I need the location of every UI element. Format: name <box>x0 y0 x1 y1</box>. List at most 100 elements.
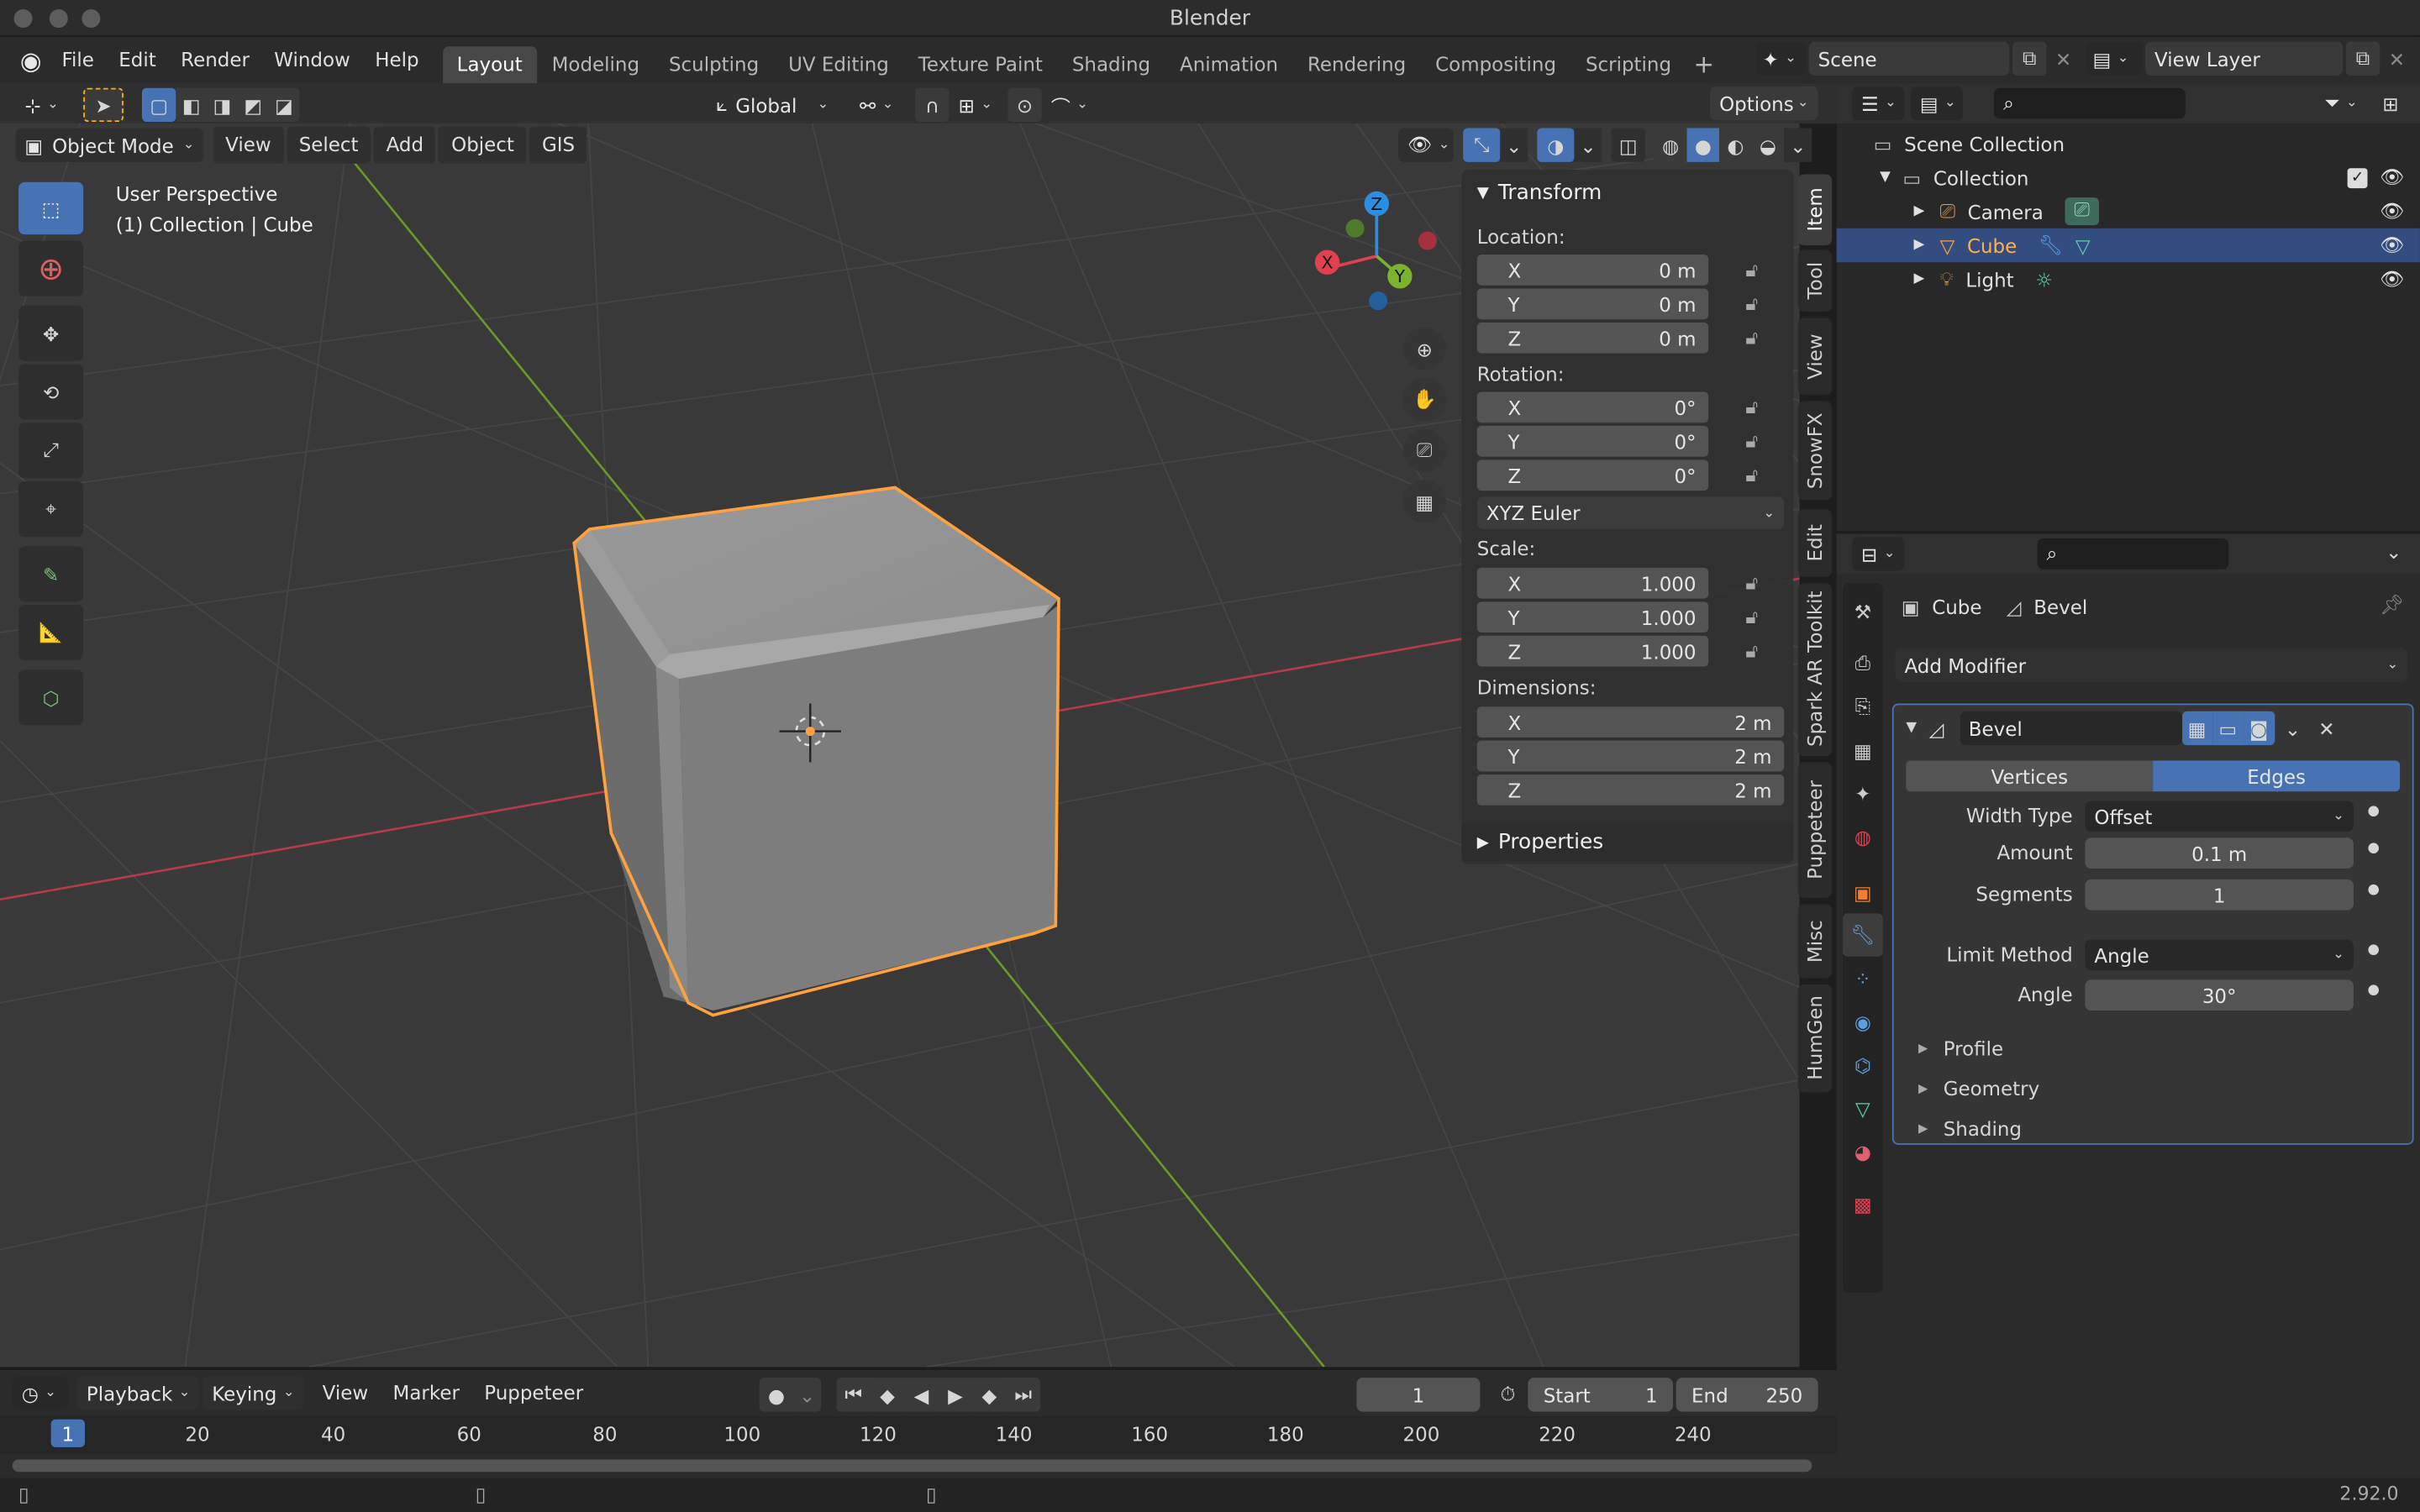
menu-render[interactable]: Render <box>168 40 261 81</box>
tab-compositing[interactable]: Compositing <box>1421 46 1570 84</box>
material-tab-icon[interactable]: ◕ <box>1843 1129 1883 1172</box>
expand-triangle-icon[interactable]: ▶ <box>1914 238 1925 253</box>
lock-icon[interactable]: 🔓︎ <box>1745 258 1758 282</box>
annotate-tool-icon[interactable]: ✎ <box>18 546 84 602</box>
expand-triangle-icon[interactable]: ▶ <box>1914 203 1925 218</box>
chevron-down-icon[interactable]: ⌄ <box>2277 711 2308 745</box>
location-x-field[interactable]: X0 m <box>1476 255 1709 286</box>
jump-start-icon[interactable]: ⏮ <box>836 1378 871 1412</box>
scene-name-field[interactable]: Scene <box>1808 41 2010 76</box>
outliner-row-cube[interactable]: ▶ ▽ Cube 🔧︎ ▽ 👁︎ <box>1836 228 2420 263</box>
sidebar-tab-puppeteer[interactable]: Puppeteer <box>1797 762 1833 898</box>
outliner-row-light[interactable]: ▶ 💡︎ Light ☼ 👁︎ <box>1837 262 2420 296</box>
scale-y-field[interactable]: Y 1.000 <box>1476 601 1709 633</box>
outliner-search-input[interactable]: ⌕ <box>1994 87 2186 119</box>
viewport-menu-view[interactable]: View <box>213 126 284 164</box>
width-type-dropdown[interactable]: Offset ⌄ <box>2085 801 2354 832</box>
keyframe-dot-icon[interactable]: ● <box>2367 841 2379 856</box>
output-tab-icon[interactable]: ⎘ <box>1843 685 1883 727</box>
subpanel-geometry[interactable]: ▶ Geometry <box>1918 1073 2039 1104</box>
transform-panel-title[interactable]: Transform <box>1498 181 1602 205</box>
solid-shading-icon[interactable]: ● <box>1686 128 1720 162</box>
chevron-down-icon[interactable]: ⌄ <box>1574 128 1602 162</box>
keyframe-dot-icon[interactable]: ● <box>2367 883 2379 898</box>
rotation-x-field[interactable]: X 0° <box>1476 391 1709 423</box>
eye-icon[interactable]: 👁︎ <box>2380 199 2404 223</box>
subpanel-shading[interactable]: ▶ Shading <box>1918 1112 2022 1143</box>
tab-layout[interactable]: Layout <box>443 46 537 84</box>
affect-edges-toggle[interactable]: Edges <box>2153 760 2401 792</box>
location-y-field[interactable]: Y0 m <box>1476 288 1709 320</box>
outliner-editor-type-button[interactable]: ☰ ⌄ <box>1852 86 1905 121</box>
render-toggle-icon[interactable]: ◙ <box>2243 711 2275 746</box>
playhead[interactable]: 1 <box>50 1419 86 1447</box>
select-intersect-icon[interactable]: ◪ <box>268 87 300 123</box>
camera-data-icon[interactable]: ⎚ <box>2065 197 2099 226</box>
timeline-menu-marker[interactable]: Marker <box>381 1376 472 1410</box>
close-icon[interactable]: ✕ <box>2046 42 2080 76</box>
collapse-triangle-icon[interactable]: ▼ <box>1477 184 1489 201</box>
timeline-menu-puppeteer[interactable]: Puppeteer <box>472 1376 596 1410</box>
active-tool-icon[interactable]: ➤ <box>83 87 124 123</box>
exclude-checkbox[interactable]: ✓ <box>2347 167 2368 188</box>
view-layer-name-field[interactable]: View Layer <box>2145 41 2344 76</box>
modifier-name-field[interactable]: Bevel <box>1959 711 2182 746</box>
sidebar-tab-view[interactable]: View <box>1797 318 1833 396</box>
select-invert-icon[interactable]: ◩ <box>237 87 269 123</box>
proportional-edit-icon[interactable]: ⊙ <box>1007 87 1042 123</box>
tab-modeling[interactable]: Modeling <box>538 46 654 84</box>
keyframe-dot-icon[interactable]: ● <box>2367 983 2379 998</box>
gizmo-toggle-icon[interactable]: ⤡ <box>1463 128 1501 162</box>
pin-icon[interactable]: 📌︎ <box>2380 592 2404 617</box>
tool-tab-icon[interactable]: ⚒ <box>1843 590 1883 633</box>
lock-icon[interactable]: 🔓︎ <box>1745 463 1758 487</box>
add-workspace-button[interactable]: + <box>1686 46 1721 84</box>
close-icon[interactable]: ✕ <box>2380 42 2413 76</box>
play-icon[interactable]: ▶ <box>938 1378 973 1412</box>
viewport-display-toggle-icon[interactable]: ▭ <box>2212 711 2244 746</box>
jump-end-icon[interactable]: ⏭ <box>1006 1378 1040 1412</box>
transform-tool-icon[interactable]: ⌖ <box>18 481 84 538</box>
lock-icon[interactable]: 🔓︎ <box>1745 291 1758 316</box>
tab-rendering[interactable]: Rendering <box>1293 46 1420 84</box>
select-box-tool-icon[interactable]: ⬚ <box>18 181 84 235</box>
sidebar-tab-spark-ar-toolkit[interactable]: Spark AR Toolkit <box>1797 583 1833 756</box>
viewport-menu-add[interactable]: Add <box>373 126 436 164</box>
measure-tool-icon[interactable]: 📐 <box>18 604 84 661</box>
outliner-row-scene-collection[interactable]: ▭ Scene Collection <box>1837 127 2420 160</box>
rotation-y-field[interactable]: Y 0° <box>1476 425 1709 457</box>
timeline-editor-type-button[interactable]: ◷ ⌄ <box>12 1376 68 1410</box>
scale-z-field[interactable]: Z 1.000 <box>1476 635 1709 667</box>
chevron-down-icon[interactable]: ⌄ <box>2380 540 2407 564</box>
render-tab-icon[interactable]: ⎙ <box>1843 642 1883 685</box>
menu-edit[interactable]: Edit <box>107 40 169 81</box>
eye-icon[interactable]: 👁︎ <box>2380 165 2404 190</box>
tab-texture-paint[interactable]: Texture Paint <box>904 46 1057 84</box>
limit-method-dropdown[interactable]: Angle ⌄ <box>2085 939 2354 971</box>
xray-toggle-icon[interactable]: ◫ <box>1611 128 1645 162</box>
chevron-down-icon[interactable]: ⌄ <box>793 1378 822 1412</box>
end-frame-field[interactable]: End 250 <box>1676 1378 1818 1412</box>
rendered-shading-icon[interactable]: ◒ <box>1751 128 1785 162</box>
scene-browse-button[interactable]: ✦ ⌄ <box>1756 41 1806 76</box>
edit-mode-toggle-icon[interactable]: ▦ <box>2181 711 2212 746</box>
lock-icon[interactable]: 🔓︎ <box>1745 605 1758 629</box>
sidebar-tab-snowfx[interactable]: SnowFX <box>1797 401 1833 501</box>
move-tool-icon[interactable]: ✥ <box>18 305 84 361</box>
new-collection-icon[interactable]: ⊞ <box>2374 87 2407 120</box>
previous-keyframe-icon[interactable]: ◆ <box>870 1378 905 1412</box>
properties-editor-type-button[interactable]: ⊟ ⌄ <box>1852 537 1905 571</box>
menu-help[interactable]: Help <box>363 40 432 81</box>
scale-tool-icon[interactable]: ⤢ <box>18 423 84 479</box>
scale-x-field[interactable]: X 1.000 <box>1476 567 1709 599</box>
affect-vertices-toggle[interactable]: Vertices <box>1906 760 2154 792</box>
chevron-down-icon[interactable]: ⌄ <box>1500 128 1528 162</box>
visibility-dropdown[interactable]: 👁︎ ⌄ <box>1398 128 1455 162</box>
collapse-triangle-icon[interactable]: ▼ <box>1906 721 1917 736</box>
timeline-scrollbar[interactable] <box>12 1459 1812 1473</box>
expand-triangle-icon[interactable]: ▶ <box>1914 271 1925 286</box>
keyframe-dot-icon[interactable]: ● <box>2367 804 2379 819</box>
frame-ruler[interactable]: 1 20 40 60 80 100 120 140 160 180 200 22… <box>0 1416 1837 1454</box>
wireframe-shading-icon[interactable]: ◍ <box>1654 128 1687 162</box>
display-mode-dropdown[interactable]: ▤ ⌄ <box>1910 86 1964 121</box>
